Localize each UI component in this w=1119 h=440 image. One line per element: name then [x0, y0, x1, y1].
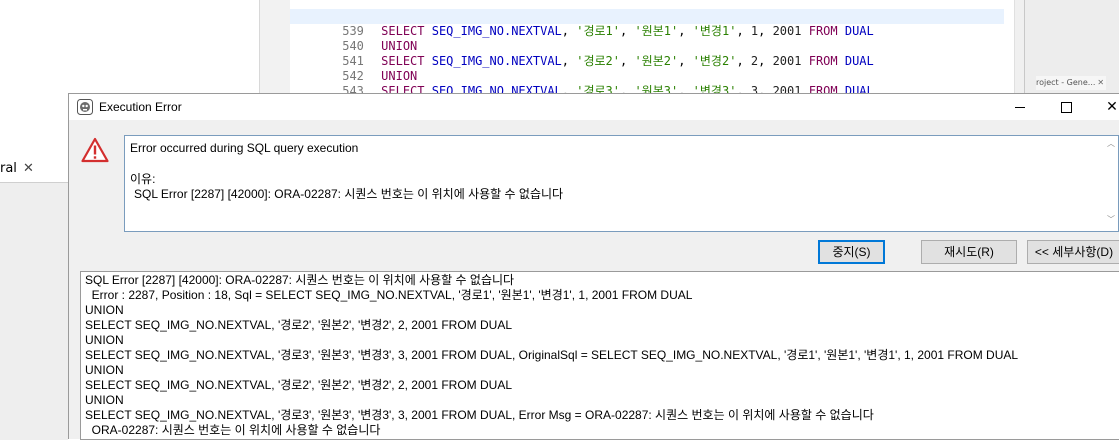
scroll-up-icon[interactable]: ︿ [1107, 140, 1115, 148]
background-tab-label: roject - Gene... [1036, 78, 1096, 87]
left-view-tab[interactable]: ral ✕ [0, 156, 40, 182]
warning-triangle-icon [81, 137, 109, 163]
editor-line: 538( [290, 0, 1004, 23]
detail-line: ORA-02287: 시퀀스 번호는 이 위치에 사용할 수 없습니다 [85, 423, 381, 437]
execution-error-dialog: Execution Error ✕ Error occurred during … [68, 93, 1119, 440]
editor-gutter [260, 0, 290, 93]
editor-line: 543 SELECT SEQ_IMG_NO.NEXTVAL, '경로3', '원… [290, 69, 1004, 98]
detail-line: SELECT SEQ_IMG_NO.NEXTVAL, '경로3', '원본3',… [85, 408, 874, 422]
details-toggle-button[interactable]: << 세부사항(D) [1027, 240, 1119, 264]
detail-line: SELECT SEQ_IMG_NO.NEXTVAL, '경로2', '원본2',… [85, 378, 513, 392]
sql-editor[interactable]: 538( 539 SELECT SEQ_IMG_NO.NEXTVAL, '경로1… [290, 0, 1024, 113]
editor-line: 542 UNION [290, 54, 1004, 83]
left-view-content [0, 182, 68, 440]
reason-text: SQL Error [2287] [42000]: ORA-02287: 시퀀스… [134, 187, 564, 201]
detail-line: Error : 2287, Position : 18, Sql = SELEC… [85, 288, 693, 302]
left-view-tab-label: ral [0, 161, 17, 176]
app-bug-icon [77, 99, 93, 115]
close-icon[interactable]: ✕ [1089, 94, 1119, 120]
left-panel-area [0, 93, 68, 156]
scroll-down-icon[interactable]: ﹀ [1107, 216, 1115, 224]
error-message-box[interactable]: Error occurred during SQL query executio… [124, 135, 1119, 232]
left-panel [0, 0, 260, 93]
close-icon[interactable]: ✕ [1097, 78, 1104, 87]
message-scrollbar[interactable]: ︿ ﹀ [1104, 136, 1118, 231]
dialog-titlebar[interactable]: Execution Error ✕ [69, 94, 1119, 120]
dialog-title: Execution Error [99, 100, 182, 114]
detail-line: SELECT SEQ_IMG_NO.NEXTVAL, '경로2', '원본2',… [85, 318, 513, 332]
background-tab[interactable]: roject - Gene... ✕ [1036, 76, 1106, 90]
retry-button[interactable]: 재시도(R) [921, 240, 1017, 264]
detail-line: UNION [85, 393, 124, 407]
detail-line: UNION [85, 303, 124, 317]
editor-line: 541 SELECT SEQ_IMG_NO.NEXTVAL, '경로2', '원… [290, 39, 1004, 68]
detail-line: SQL Error [2287] [42000]: ORA-02287: 시퀀스… [85, 273, 515, 287]
close-icon[interactable]: ✕ [23, 161, 34, 176]
editor-line-current: 539 SELECT SEQ_IMG_NO.NEXTVAL, '경로1', '원… [290, 9, 1004, 38]
detail-line: SELECT SEQ_IMG_NO.NEXTVAL, '경로3', '원본3',… [85, 348, 1019, 362]
error-details-text[interactable]: SQL Error [2287] [42000]: ORA-02287: 시퀀스… [80, 271, 1119, 440]
detail-line: UNION [85, 333, 124, 347]
editor-line: 540 UNION [290, 24, 1004, 53]
error-heading: Error occurred during SQL query executio… [130, 141, 359, 155]
maximize-icon[interactable] [1043, 94, 1089, 120]
minimize-icon[interactable] [997, 94, 1043, 120]
detail-line: UNION [85, 363, 124, 377]
stop-button[interactable]: 중지(S) [818, 240, 885, 264]
